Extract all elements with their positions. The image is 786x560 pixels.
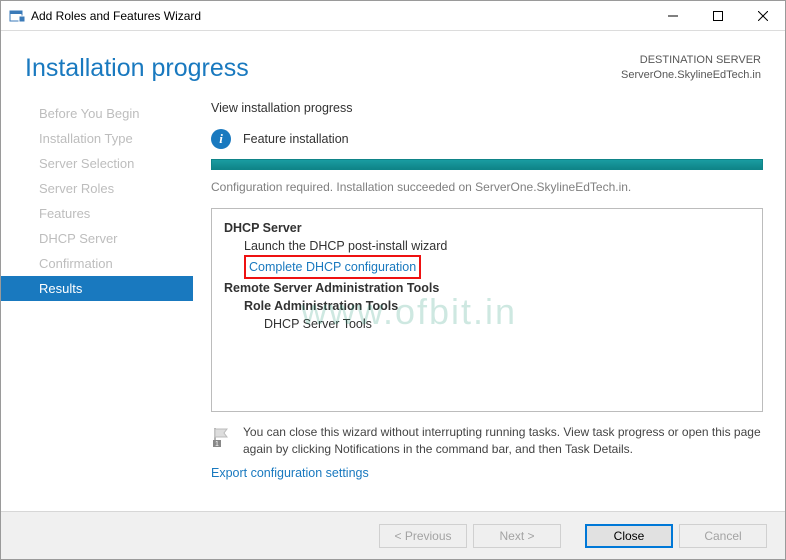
svg-text:1: 1 [215,441,219,448]
window-title: Add Roles and Features Wizard [31,9,650,23]
window-controls [650,1,785,30]
feature-row: i Feature installation [211,129,763,149]
sidebar-item-before-you-begin: Before You Begin [1,101,193,126]
sidebar-item-server-roles: Server Roles [1,176,193,201]
feature-label: Feature installation [243,132,349,146]
previous-button: < Previous [379,524,467,548]
sidebar: Before You Begin Installation Type Serve… [1,95,193,511]
app-icon [9,8,25,24]
status-message: Configuration required. Installation suc… [211,180,763,194]
sidebar-item-dhcp-server: DHCP Server [1,226,193,251]
results-box: DHCP Server Launch the DHCP post-install… [211,208,763,412]
footer: < Previous Next > Close Cancel [1,511,785,559]
header: Installation progress DESTINATION SERVER… [1,31,785,95]
destination-label: DESTINATION SERVER [621,53,761,68]
section-title: View installation progress [211,101,763,115]
destination-value: ServerOne.SkylineEdTech.in [621,68,761,83]
page-title: Installation progress [25,54,249,83]
info-icon: i [211,129,231,149]
result-dhcp-server-tools: DHCP Server Tools [224,315,750,333]
main-panel: View installation progress i Feature ins… [193,95,785,511]
sidebar-item-results[interactable]: Results [1,276,193,301]
result-dhcp-server: DHCP Server [224,219,750,237]
sidebar-item-installation-type: Installation Type [1,126,193,151]
progress-bar [211,159,763,170]
sidebar-item-features: Features [1,201,193,226]
wizard-window: Add Roles and Features Wizard Installati… [0,0,786,560]
result-rsat: Remote Server Administration Tools [224,279,750,297]
close-window-button[interactable] [740,1,785,30]
maximize-button[interactable] [695,1,740,30]
flag-icon: 1 [211,426,233,448]
hint-row: 1 You can close this wizard without inte… [211,424,763,459]
sidebar-item-confirmation: Confirmation [1,251,193,276]
link-export-configuration[interactable]: Export configuration settings [211,466,763,480]
close-button[interactable]: Close [585,524,673,548]
sidebar-item-server-selection: Server Selection [1,151,193,176]
result-role-admin-tools: Role Administration Tools [224,297,750,315]
minimize-button[interactable] [650,1,695,30]
link-complete-dhcp-configuration[interactable]: Complete DHCP configuration [244,255,421,279]
body: Before You Begin Installation Type Serve… [1,95,785,511]
titlebar: Add Roles and Features Wizard [1,1,785,31]
hint-text: You can close this wizard without interr… [243,424,763,459]
link-complete-dhcp-row: Complete DHCP configuration [224,255,750,279]
destination-server: DESTINATION SERVER ServerOne.SkylineEdTe… [621,53,761,83]
cancel-button: Cancel [679,524,767,548]
next-button: Next > [473,524,561,548]
result-launch-wizard: Launch the DHCP post-install wizard [224,237,750,255]
